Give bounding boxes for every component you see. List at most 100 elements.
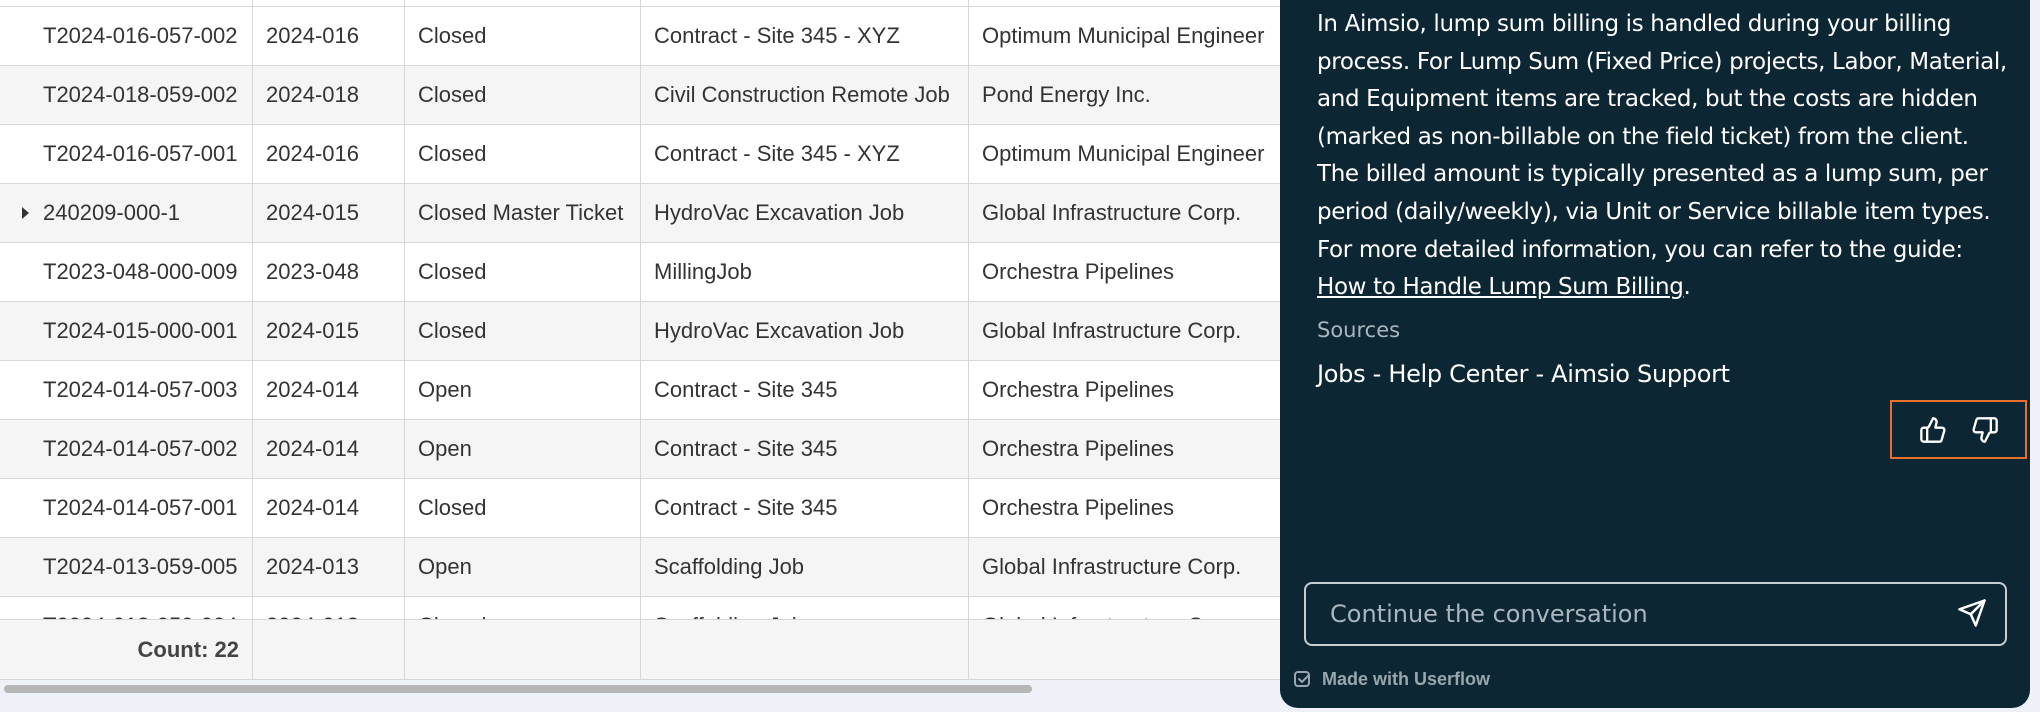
- chat-panel: In Aimsio, lump sum billing is handled d…: [1280, 0, 2030, 708]
- ticket-cell: T2024-014-057-003: [0, 361, 253, 419]
- ticket-cell: T2024-014-057-002: [0, 420, 253, 478]
- table-row[interactable]: T2024-014-057-002 2024-014 Open Contract - …: [0, 420, 1300, 479]
- ticket-cell: T2024-018-059-002: [0, 66, 253, 124]
- project-cell: Contract - Site 345: [641, 361, 969, 419]
- project-cell: Contract - Site 345: [641, 420, 969, 478]
- table-row[interactable]: T2024-018-059-002 2024-018 Closed Civil Con…: [0, 66, 1300, 125]
- table-row[interactable]: T2024-013-059-0042024-013ClosedScaffoldi…: [0, 597, 1300, 619]
- ticket-number: T2024-015-000-001: [43, 318, 238, 343]
- ticket-number: T2023-048-000-009: [43, 259, 238, 284]
- client-cell: Global Infrastructure Corp.: [969, 597, 1300, 619]
- send-button[interactable]: [1957, 598, 1989, 630]
- status-cell: Closed: [405, 243, 641, 301]
- previous-row-edge: [0, 0, 1300, 7]
- ticket-number: T2024-016-057-002: [43, 23, 238, 48]
- sources-label: Sources: [1317, 318, 1401, 342]
- feedback-buttons: [1890, 400, 2027, 459]
- thumbs-down-icon: [1971, 416, 1998, 443]
- branding[interactable]: Made with Userflow: [1293, 669, 1490, 690]
- ticket-cell: 240209-000-1: [0, 184, 253, 242]
- ticket-number: T2024-018-059-002: [43, 82, 238, 107]
- answer-text: In Aimsio, lump sum billing is handled d…: [1317, 11, 2007, 263]
- table-row[interactable]: T2023-048-000-009 2023-048 Closed MillingJo…: [0, 243, 1300, 302]
- job-cell: 2024-015: [253, 184, 405, 242]
- job-cell: 2024-016: [253, 125, 405, 183]
- source-link[interactable]: Jobs - Help Center - Aimsio Support: [1317, 360, 1730, 388]
- message-input[interactable]: [1330, 584, 1930, 644]
- status-cell: Closed: [405, 302, 641, 360]
- project-cell: Scaffolding Job: [641, 597, 969, 619]
- table-row[interactable]: T2024-013-059-005 2024-013 Open Scaffolding…: [0, 538, 1300, 597]
- job-cell: 2023-048: [253, 243, 405, 301]
- ticket-cell: T2024-016-057-001: [0, 125, 253, 183]
- status-cell: Open: [405, 538, 641, 596]
- ticket-cell: T2024-013-059-005: [0, 538, 253, 596]
- branding-text: Made with Userflow: [1322, 669, 1491, 689]
- job-cell: 2024-018: [253, 66, 405, 124]
- job-cell: 2024-014: [253, 420, 405, 478]
- client-cell: Optimum Municipal Engineer: [982, 141, 1265, 166]
- ticket-cell: T2024-016-057-002: [0, 7, 253, 65]
- job-cell: 2024-015: [253, 302, 405, 360]
- client-cell: Global Infrastructure Corp.: [982, 554, 1242, 579]
- ticket-number: T2024-013-059-005: [43, 554, 238, 579]
- table-row[interactable]: T2024-014-057-003 2024-014 Open Contract - …: [0, 361, 1300, 420]
- thumbs-up-icon: [1919, 416, 1946, 443]
- scrollbar-thumb[interactable]: [4, 685, 1032, 693]
- ticket-cell: T2024-014-057-001: [0, 479, 253, 537]
- client-cell: Global Infrastructure Corp.: [982, 318, 1242, 343]
- status-cell: Closed: [405, 479, 641, 537]
- userflow-logo-icon: [1294, 670, 1310, 687]
- table-row[interactable]: 240209-000-1 2024-015 Closed Master Ticket…: [0, 184, 1300, 243]
- client-cell: Global Infrastructure Corp.: [982, 200, 1242, 225]
- status-cell: Closed: [405, 597, 641, 619]
- table-row[interactable]: T2024-015-000-001 2024-015 Closed HydroVac …: [0, 302, 1300, 361]
- job-cell: 2024-013: [253, 597, 405, 619]
- thumbs-up-button[interactable]: [1917, 414, 1949, 446]
- job-cell: 2024-014: [253, 361, 405, 419]
- ticket-number: T2024-016-057-001: [43, 141, 238, 166]
- project-cell: MillingJob: [641, 243, 969, 301]
- tickets-grid: T2024-016-057-002 2024-016 Closed Contract …: [0, 0, 1300, 712]
- status-cell: Closed: [405, 7, 641, 65]
- message-composer: [1304, 582, 2007, 646]
- client-cell: Optimum Municipal Engineer: [982, 23, 1265, 48]
- project-cell: Civil Construction Remote Job: [641, 66, 969, 124]
- ticket-number: 240209-000-1: [43, 200, 181, 225]
- ticket-cell: T2024-013-059-004: [0, 597, 253, 619]
- project-cell: HydroVac Excavation Job: [641, 184, 969, 242]
- client-cell: Orchestra Pipelines: [982, 259, 1174, 284]
- thumbs-down-button[interactable]: [1969, 414, 2001, 446]
- project-cell: HydroVac Excavation Job: [641, 302, 969, 360]
- project-cell: Scaffolding Job: [641, 538, 969, 596]
- job-cell: 2024-013: [253, 538, 405, 596]
- assistant-answer: In Aimsio, lump sum billing is handled d…: [1317, 6, 2007, 307]
- table-row[interactable]: T2024-016-057-002 2024-016 Closed Contract …: [0, 7, 1300, 66]
- grid-footer: Count: 22: [0, 619, 1300, 679]
- status-cell: Closed: [405, 66, 641, 124]
- row-count: Count: 22: [0, 620, 253, 679]
- table-row[interactable]: T2024-014-057-001 2024-014 Closed Contract …: [0, 479, 1300, 538]
- horizontal-scrollbar[interactable]: [0, 679, 1300, 712]
- client-cell: Orchestra Pipelines: [982, 377, 1174, 402]
- guide-link[interactable]: How to Handle Lump Sum Billing: [1317, 274, 1684, 300]
- ticket-number: T2024-014-057-003: [43, 377, 238, 402]
- status-cell: Closed: [405, 125, 641, 183]
- status-cell: Open: [405, 420, 641, 478]
- project-cell: Contract - Site 345 - XYZ: [641, 125, 969, 183]
- client-cell: Orchestra Pipelines: [982, 495, 1174, 520]
- ticket-number: T2024-014-057-001: [43, 495, 238, 520]
- job-cell: 2024-014: [253, 479, 405, 537]
- project-cell: Contract - Site 345 - XYZ: [641, 7, 969, 65]
- ticket-cell: T2023-048-000-009: [0, 243, 253, 301]
- project-cell: Contract - Site 345: [641, 479, 969, 537]
- table-row[interactable]: T2024-016-057-001 2024-016 Closed Contract …: [0, 125, 1300, 184]
- status-cell: Open: [405, 361, 641, 419]
- job-cell: 2024-016: [253, 7, 405, 65]
- client-cell: Orchestra Pipelines: [982, 436, 1174, 461]
- ticket-number: T2024-014-057-002: [43, 436, 238, 461]
- answer-end: .: [1683, 274, 1691, 301]
- client-cell: Pond Energy Inc.: [982, 82, 1151, 107]
- status-cell: Closed Master Ticket: [405, 184, 641, 242]
- ticket-cell: T2024-015-000-001: [0, 302, 253, 360]
